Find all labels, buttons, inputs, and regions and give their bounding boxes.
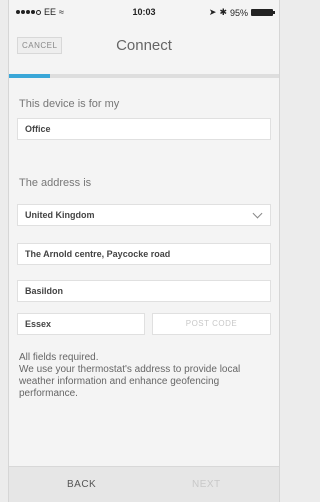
page-title: Connect (116, 37, 172, 54)
header-bar: CANCEL Connect (9, 28, 279, 62)
device-purpose-label: This device is for my (19, 98, 120, 110)
progress-fill (9, 74, 50, 78)
required-note: All fields required. (19, 352, 99, 363)
country-value: United Kingdom (25, 210, 95, 220)
device-purpose-field[interactable]: Office (17, 118, 271, 140)
info-note: All fields required. We use your thermos… (19, 352, 277, 400)
address-label: The address is (19, 177, 92, 189)
next-button[interactable]: NEXT (192, 479, 221, 490)
postcode-field[interactable]: POST CODE (152, 313, 271, 335)
address-usage-note: We use your thermostat's address to prov… (19, 364, 241, 399)
location-icon: ➤ (208, 7, 217, 17)
battery-percent: 95% (229, 7, 248, 18)
county-field[interactable]: Essex (17, 313, 145, 335)
status-bar: EE ≈ 10:03 ➤ ✱ 95% (9, 0, 279, 22)
battery-status: ➤ ✱ 95% (208, 7, 275, 18)
progress-bar (9, 74, 279, 78)
footer-bar: BACK NEXT (9, 466, 279, 502)
battery-icon (251, 9, 275, 16)
back-button[interactable]: BACK (67, 479, 96, 490)
chevron-down-icon (252, 208, 263, 219)
phone-screen: EE ≈ 10:03 ➤ ✱ 95% CANCEL Connect This d… (8, 0, 280, 502)
city-field[interactable]: Basildon (17, 280, 271, 302)
country-select[interactable]: United Kingdom (17, 204, 271, 226)
bluetooth-icon: ✱ (219, 7, 227, 17)
street-field[interactable]: The Arnold centre, Paycocke road (17, 243, 271, 265)
